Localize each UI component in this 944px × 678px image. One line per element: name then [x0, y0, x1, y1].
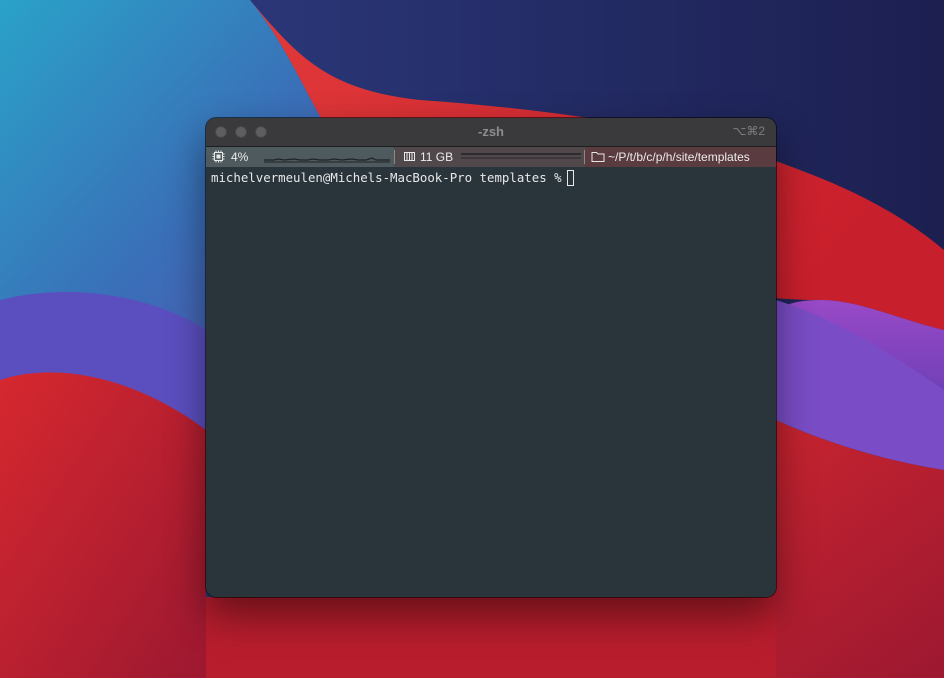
terminal-window[interactable]: -zsh ⌥⌘2 4% 11 GB ~/P/t/b/c/p/h/site/tem…: [206, 118, 776, 597]
cpu-usage-value: 4%: [231, 150, 249, 164]
memory-usage-value: 11 GB: [420, 150, 454, 164]
window-shortcut: ⌥⌘2: [732, 124, 765, 138]
path-segment: ~/P/t/b/c/p/h/site/templates: [585, 147, 776, 167]
cpu-sparkline: [264, 151, 390, 166]
terminal-output[interactable]: michelvermeulen@Michels-MacBook-Pro temp…: [206, 167, 776, 597]
cpu-chip-icon: [212, 150, 225, 166]
memory-sparkline: [461, 151, 581, 166]
title-bar[interactable]: -zsh ⌥⌘2: [206, 118, 776, 147]
current-path: ~/P/t/b/c/p/h/site/templates: [608, 150, 750, 164]
cpu-segment: 4%: [206, 147, 394, 167]
memory-segment: 11 GB: [395, 147, 584, 167]
memory-module-icon: [403, 150, 416, 166]
folder-icon: [591, 150, 605, 166]
text-cursor: [566, 170, 574, 186]
shell-prompt: michelvermeulen@Michels-MacBook-Pro temp…: [211, 170, 562, 185]
window-title: -zsh: [478, 124, 504, 139]
prompt-line: michelvermeulen@Michels-MacBook-Pro temp…: [211, 170, 574, 186]
status-bar: 4% 11 GB ~/P/t/b/c/p/h/site/templates: [206, 147, 776, 167]
